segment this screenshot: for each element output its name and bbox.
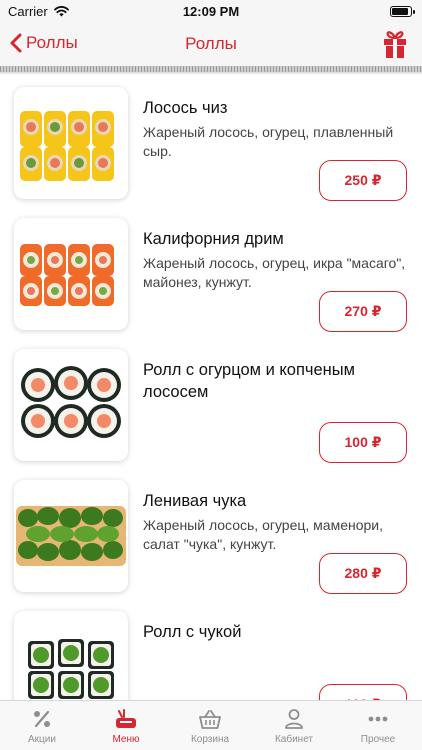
- product-item[interactable]: Ролл с огурцом и копченым лососем 100 ₽: [0, 349, 422, 480]
- product-image-chuka-roll[interactable]: [14, 611, 128, 700]
- tab-promotions[interactable]: Акции: [0, 707, 84, 750]
- price-button[interactable]: 110 ₽: [319, 684, 407, 700]
- status-time: 12:09 PM: [182, 4, 240, 19]
- basket-icon: [199, 710, 221, 729]
- product-name: Лосось чиз: [143, 99, 228, 117]
- tab-label: Меню: [112, 734, 140, 745]
- product-image-cucumber-salmon[interactable]: [14, 349, 128, 461]
- product-description: Жареный лосось, огурец, маменори, салат …: [143, 517, 384, 552]
- price-button[interactable]: 270 ₽: [319, 291, 407, 332]
- battery-level: [392, 8, 409, 15]
- product-name: Ленивая чука: [143, 492, 247, 510]
- product-item[interactable]: Ленивая чука Жареный лосось, огурец, мам…: [0, 480, 422, 611]
- navigation-bar: Роллы Роллы: [0, 24, 422, 66]
- percent-icon: [34, 710, 50, 728]
- tab-menu[interactable]: Меню: [84, 707, 168, 750]
- price-button[interactable]: 280 ₽: [319, 553, 407, 594]
- tab-label: Прочее: [360, 734, 396, 745]
- tab-label: Кабинет: [274, 734, 314, 745]
- battery-icon: [390, 6, 415, 17]
- product-image-lazy-chuka[interactable]: [14, 480, 128, 592]
- product-list[interactable]: Лосось чиз Жареный лосось, огурец, плавл…: [0, 75, 422, 700]
- product-name: Ролл с чукой: [143, 623, 242, 641]
- product-description: Жареный лосось, огурец, икра "масаго", м…: [143, 255, 406, 290]
- tab-more[interactable]: Прочее: [336, 707, 420, 750]
- tab-account[interactable]: Кабинет: [252, 707, 336, 750]
- menu-icon: [116, 709, 136, 728]
- gift-button[interactable]: [382, 29, 408, 64]
- price-button[interactable]: 250 ₽: [319, 160, 407, 201]
- product-name: Калифорния дрим: [143, 230, 284, 248]
- product-item[interactable]: Лосось чиз Жареный лосось, огурец, плавл…: [0, 87, 422, 218]
- more-icon: [368, 716, 388, 722]
- product-image-losos-chiz[interactable]: [14, 87, 128, 199]
- product-name: Ролл с огурцом и копченым лососем: [143, 361, 355, 401]
- tab-cart[interactable]: Корзина: [168, 707, 252, 750]
- price-button[interactable]: 100 ₽: [319, 422, 407, 463]
- user-icon: [285, 709, 303, 729]
- product-item[interactable]: Калифорния дрим Жареный лосось, огурец, …: [0, 218, 422, 349]
- product-description: Жареный лосось, огурец, плавленный сыр.: [143, 124, 394, 159]
- gift-icon: [384, 31, 406, 58]
- status-bar: Carrier 12:09 PM: [0, 0, 422, 24]
- tab-label: Корзина: [190, 734, 230, 745]
- tab-label: Акции: [28, 734, 56, 745]
- tab-bar: Акции Меню Корзина Кабинет Прочее: [0, 700, 422, 750]
- product-item[interactable]: Ролл с чукой 110 ₽: [0, 611, 422, 700]
- page-title: Роллы: [185, 34, 237, 53]
- product-image-california-dream[interactable]: [14, 218, 128, 330]
